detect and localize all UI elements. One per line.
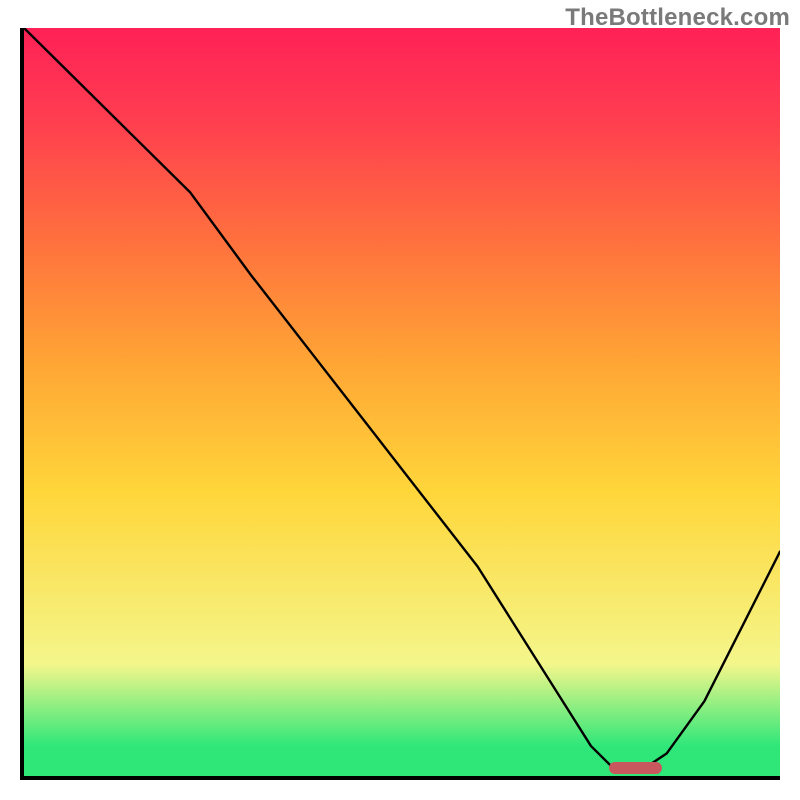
- curve-path: [24, 28, 780, 769]
- plot-area: [20, 28, 780, 780]
- chart-frame: TheBottleneck.com: [0, 0, 800, 800]
- plot-inner: [24, 28, 780, 776]
- optimum-marker: [609, 762, 662, 774]
- bottleneck-curve: [24, 28, 780, 776]
